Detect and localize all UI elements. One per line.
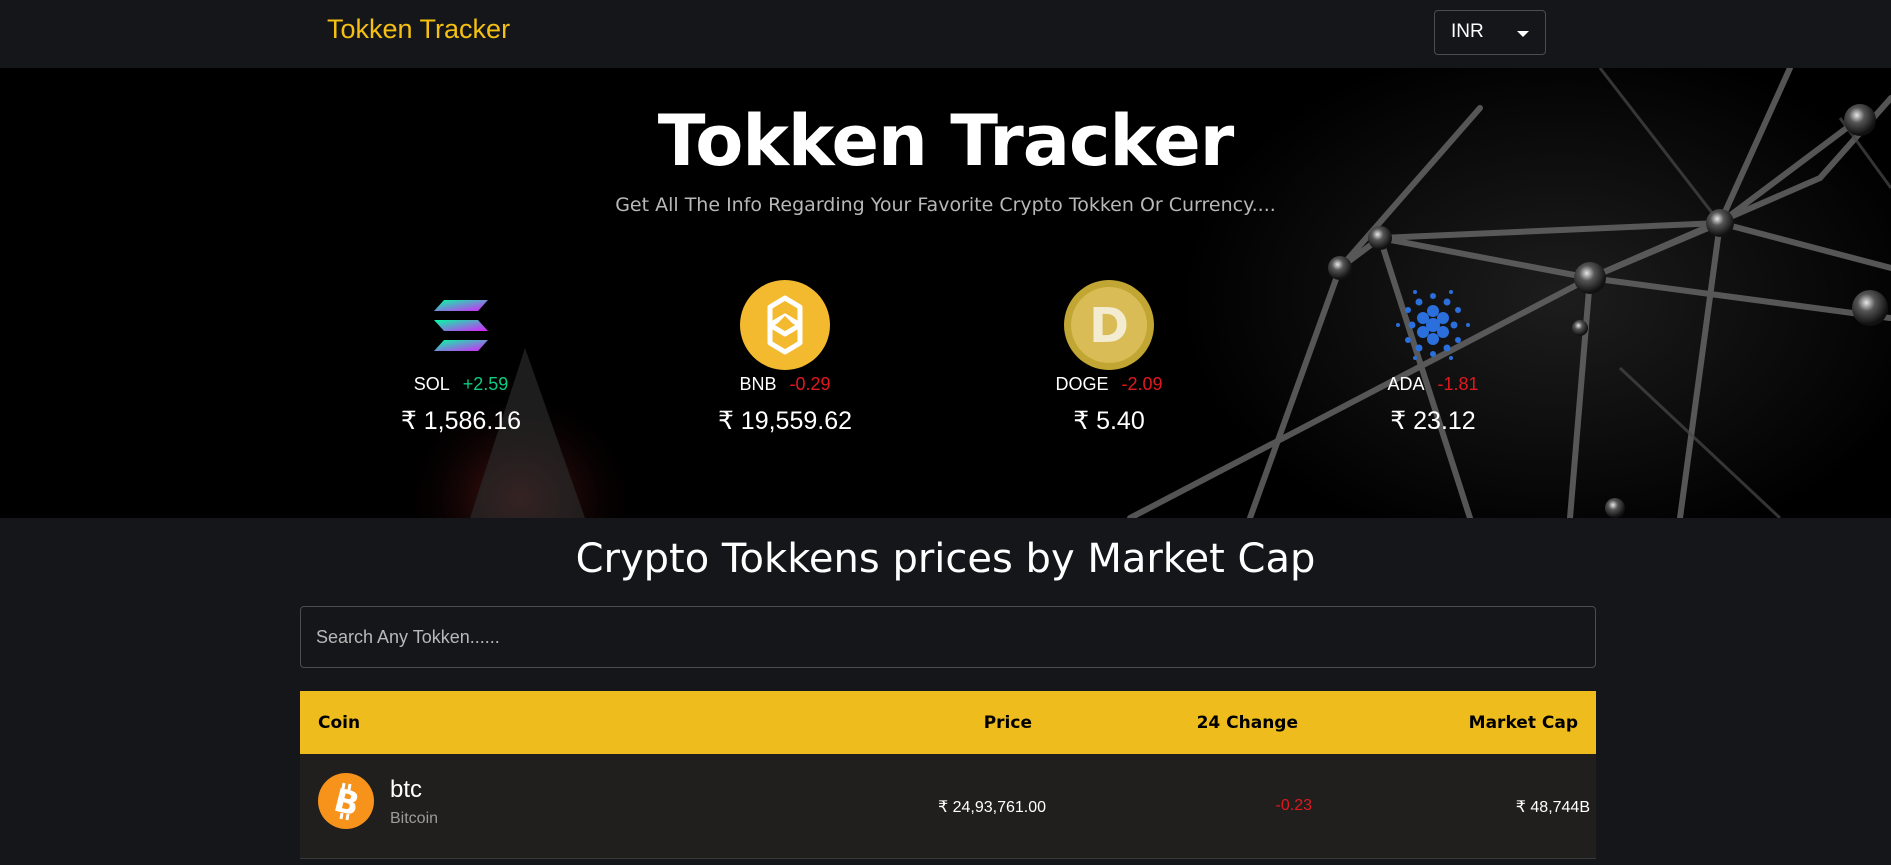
coin-price: ₹ 19,559.62: [717, 407, 853, 435]
coin-price: ₹ 5.40: [1073, 407, 1145, 435]
carousel-item-sol[interactable]: SOL +2.59 ₹ 1,586.16: [351, 280, 571, 436]
coin-change: -1.81: [1437, 374, 1479, 394]
coin-change: +2.59: [462, 374, 509, 394]
cardano-logo-icon: [1388, 280, 1478, 370]
hero-subtitle: Get All The Info Regarding Your Favorite…: [615, 194, 1276, 216]
coins-table: Coin Price 24 Change Market Cap B btc Bi…: [300, 691, 1596, 859]
coin-symbol: ADA: [1387, 374, 1425, 394]
coin-market-cap: ₹ 48,744B: [1515, 799, 1590, 816]
carousel-item-bnb[interactable]: BNB -0.29 ₹ 19,559.62: [675, 280, 895, 436]
coin-symbol: BNB: [739, 374, 777, 394]
brand-title[interactable]: Tokken Tracker: [327, 14, 510, 45]
search-input[interactable]: [300, 606, 1596, 668]
coin-change: -0.29: [789, 374, 831, 394]
currency-value: INR: [1451, 21, 1484, 42]
column-header-coin[interactable]: Coin: [318, 713, 360, 733]
navbar: Tokken Tracker INR: [0, 0, 1891, 68]
market-section-title: Crypto Tokkens prices by Market Cap: [575, 536, 1316, 582]
currency-select[interactable]: INR: [1434, 10, 1546, 55]
hero-title: Tokken Tracker: [657, 100, 1234, 182]
column-header-price[interactable]: Price: [984, 713, 1032, 733]
chevron-down-icon: [1517, 31, 1529, 37]
dogecoin-logo-icon: D: [1064, 280, 1154, 370]
svg-text:D: D: [1089, 298, 1129, 354]
table-header: Coin Price 24 Change Market Cap: [300, 691, 1596, 754]
coin-name: Bitcoin: [390, 810, 439, 827]
table-row[interactable]: B btc Bitcoin ₹ 24,93,761.00 -0.23 ₹ 48,…: [300, 754, 1596, 859]
coin-symbol: SOL: [413, 374, 450, 394]
bitcoin-logo-icon: B: [318, 773, 374, 834]
carousel-item-ada[interactable]: ADA -1.81 ₹ 23.12: [1323, 280, 1543, 436]
solana-logo-icon: [416, 280, 506, 370]
coin-change: -2.09: [1121, 374, 1163, 394]
column-header-market-cap[interactable]: Market Cap: [1469, 713, 1578, 733]
carousel-item-doge[interactable]: D DOGE -2.09 ₹ 5.40: [999, 280, 1219, 436]
coin-symbol: DOGE: [1055, 374, 1109, 394]
coin-change: -0.23: [1275, 797, 1312, 814]
coin-price: ₹ 23.12: [1390, 407, 1476, 435]
bnb-logo-icon: [740, 280, 830, 370]
coin-symbol: btc: [390, 776, 423, 803]
column-header-change[interactable]: 24 Change: [1197, 713, 1298, 733]
coin-price: ₹ 1,586.16: [400, 407, 522, 435]
hero-banner: Tokken Tracker Get All The Info Regardin…: [0, 68, 1891, 518]
coin-price: ₹ 24,93,761.00: [937, 799, 1046, 816]
